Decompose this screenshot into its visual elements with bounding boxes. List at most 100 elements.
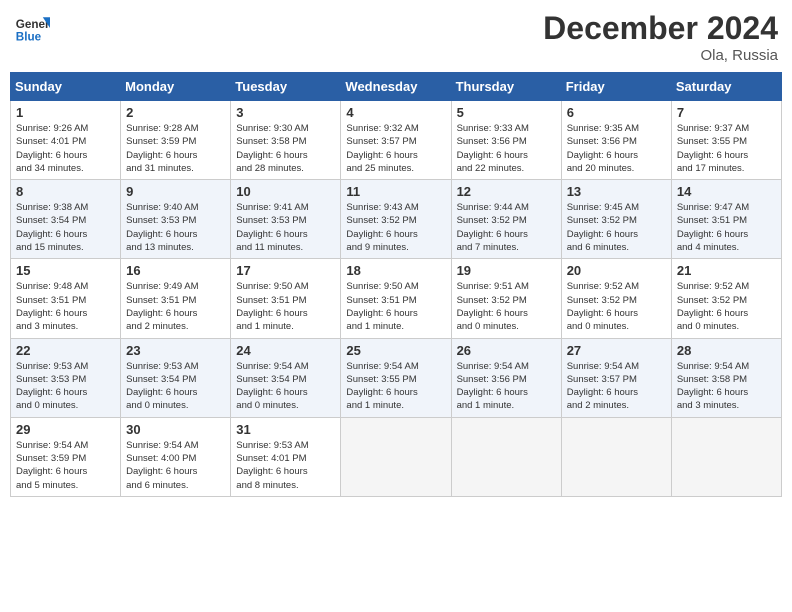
- calendar-cell: [451, 417, 561, 496]
- page-header: General Blue December 2024 Ola, Russia: [10, 10, 782, 64]
- day-info: Sunrise: 9:32 AM Sunset: 3:57 PM Dayligh…: [346, 122, 445, 175]
- day-number: 9: [126, 184, 225, 199]
- day-number: 13: [567, 184, 666, 199]
- day-number: 5: [457, 105, 556, 120]
- calendar-cell: [671, 417, 781, 496]
- day-number: 1: [16, 105, 115, 120]
- day-number: 10: [236, 184, 335, 199]
- day-info: Sunrise: 9:50 AM Sunset: 3:51 PM Dayligh…: [236, 280, 335, 333]
- day-info: Sunrise: 9:28 AM Sunset: 3:59 PM Dayligh…: [126, 122, 225, 175]
- calendar-cell: 8 Sunrise: 9:38 AM Sunset: 3:54 PM Daylig…: [11, 180, 121, 259]
- day-info: Sunrise: 9:47 AM Sunset: 3:51 PM Dayligh…: [677, 201, 776, 254]
- calendar-cell: 28 Sunrise: 9:54 AM Sunset: 3:58 PM Dayli…: [671, 338, 781, 417]
- calendar-cell: 24 Sunrise: 9:54 AM Sunset: 3:54 PM Dayli…: [231, 338, 341, 417]
- calendar-cell: [341, 417, 451, 496]
- day-info: Sunrise: 9:37 AM Sunset: 3:55 PM Dayligh…: [677, 122, 776, 175]
- day-info: Sunrise: 9:53 AM Sunset: 4:01 PM Dayligh…: [236, 439, 335, 492]
- day-number: 16: [126, 263, 225, 278]
- day-info: Sunrise: 9:54 AM Sunset: 3:57 PM Dayligh…: [567, 360, 666, 413]
- day-number: 6: [567, 105, 666, 120]
- weekday-header-thursday: Thursday: [451, 73, 561, 101]
- week-row-4: 22 Sunrise: 9:53 AM Sunset: 3:53 PM Dayli…: [11, 338, 782, 417]
- calendar-cell: 18 Sunrise: 9:50 AM Sunset: 3:51 PM Dayli…: [341, 259, 451, 338]
- day-number: 24: [236, 343, 335, 358]
- calendar-table: SundayMondayTuesdayWednesdayThursdayFrid…: [10, 72, 782, 497]
- weekday-header-row: SundayMondayTuesdayWednesdayThursdayFrid…: [11, 73, 782, 101]
- calendar-cell: 27 Sunrise: 9:54 AM Sunset: 3:57 PM Dayli…: [561, 338, 671, 417]
- day-number: 31: [236, 422, 335, 437]
- day-number: 8: [16, 184, 115, 199]
- day-info: Sunrise: 9:35 AM Sunset: 3:56 PM Dayligh…: [567, 122, 666, 175]
- calendar-cell: 22 Sunrise: 9:53 AM Sunset: 3:53 PM Dayli…: [11, 338, 121, 417]
- day-number: 30: [126, 422, 225, 437]
- day-number: 11: [346, 184, 445, 199]
- day-number: 15: [16, 263, 115, 278]
- day-info: Sunrise: 9:53 AM Sunset: 3:53 PM Dayligh…: [16, 360, 115, 413]
- day-info: Sunrise: 9:53 AM Sunset: 3:54 PM Dayligh…: [126, 360, 225, 413]
- calendar-cell: 10 Sunrise: 9:41 AM Sunset: 3:53 PM Dayli…: [231, 180, 341, 259]
- calendar-cell: 4 Sunrise: 9:32 AM Sunset: 3:57 PM Daylig…: [341, 101, 451, 180]
- calendar-cell: 29Sunrise: 9:54 AM Sunset: 3:59 PM Dayli…: [11, 417, 121, 496]
- calendar-cell: 30Sunrise: 9:54 AM Sunset: 4:00 PM Dayli…: [121, 417, 231, 496]
- day-info: Sunrise: 9:44 AM Sunset: 3:52 PM Dayligh…: [457, 201, 556, 254]
- day-number: 2: [126, 105, 225, 120]
- calendar-cell: 3Sunrise: 9:30 AM Sunset: 3:58 PM Daylig…: [231, 101, 341, 180]
- day-info: Sunrise: 9:51 AM Sunset: 3:52 PM Dayligh…: [457, 280, 556, 333]
- week-row-3: 15 Sunrise: 9:48 AM Sunset: 3:51 PM Dayli…: [11, 259, 782, 338]
- day-info: Sunrise: 9:38 AM Sunset: 3:54 PM Dayligh…: [16, 201, 115, 254]
- week-row-2: 8 Sunrise: 9:38 AM Sunset: 3:54 PM Daylig…: [11, 180, 782, 259]
- day-number: 19: [457, 263, 556, 278]
- day-info: Sunrise: 9:49 AM Sunset: 3:51 PM Dayligh…: [126, 280, 225, 333]
- day-info: Sunrise: 9:54 AM Sunset: 3:55 PM Dayligh…: [346, 360, 445, 413]
- day-info: Sunrise: 9:54 AM Sunset: 3:54 PM Dayligh…: [236, 360, 335, 413]
- day-info: Sunrise: 9:43 AM Sunset: 3:52 PM Dayligh…: [346, 201, 445, 254]
- day-number: 3: [236, 105, 335, 120]
- day-info: Sunrise: 9:41 AM Sunset: 3:53 PM Dayligh…: [236, 201, 335, 254]
- day-number: 17: [236, 263, 335, 278]
- location: Ola, Russia: [543, 47, 778, 64]
- calendar-cell: 19 Sunrise: 9:51 AM Sunset: 3:52 PM Dayli…: [451, 259, 561, 338]
- day-number: 26: [457, 343, 556, 358]
- logo-icon: General Blue: [14, 10, 50, 46]
- calendar-cell: 5 Sunrise: 9:33 AM Sunset: 3:56 PM Daylig…: [451, 101, 561, 180]
- day-number: 29: [16, 422, 115, 437]
- day-number: 7: [677, 105, 776, 120]
- day-number: 21: [677, 263, 776, 278]
- calendar-cell: 25Sunrise: 9:54 AM Sunset: 3:55 PM Dayli…: [341, 338, 451, 417]
- day-info: Sunrise: 9:48 AM Sunset: 3:51 PM Dayligh…: [16, 280, 115, 333]
- calendar-cell: 16 Sunrise: 9:49 AM Sunset: 3:51 PM Dayli…: [121, 259, 231, 338]
- day-number: 18: [346, 263, 445, 278]
- day-info: Sunrise: 9:50 AM Sunset: 3:51 PM Dayligh…: [346, 280, 445, 333]
- day-info: Sunrise: 9:52 AM Sunset: 3:52 PM Dayligh…: [677, 280, 776, 333]
- day-info: Sunrise: 9:54 AM Sunset: 3:56 PM Dayligh…: [457, 360, 556, 413]
- calendar-cell: 17 Sunrise: 9:50 AM Sunset: 3:51 PM Dayli…: [231, 259, 341, 338]
- calendar-cell: [561, 417, 671, 496]
- day-number: 14: [677, 184, 776, 199]
- calendar-cell: 11 Sunrise: 9:43 AM Sunset: 3:52 PM Dayli…: [341, 180, 451, 259]
- title-block: December 2024 Ola, Russia: [543, 10, 778, 64]
- weekday-header-sunday: Sunday: [11, 73, 121, 101]
- day-info: Sunrise: 9:54 AM Sunset: 3:58 PM Dayligh…: [677, 360, 776, 413]
- calendar-cell: 26 Sunrise: 9:54 AM Sunset: 3:56 PM Dayli…: [451, 338, 561, 417]
- calendar-cell: 6 Sunrise: 9:35 AM Sunset: 3:56 PM Daylig…: [561, 101, 671, 180]
- day-info: Sunrise: 9:33 AM Sunset: 3:56 PM Dayligh…: [457, 122, 556, 175]
- calendar-cell: 2 Sunrise: 9:28 AM Sunset: 3:59 PM Daylig…: [121, 101, 231, 180]
- day-number: 28: [677, 343, 776, 358]
- day-number: 20: [567, 263, 666, 278]
- weekday-header-monday: Monday: [121, 73, 231, 101]
- day-number: 4: [346, 105, 445, 120]
- month-title: December 2024: [543, 10, 778, 47]
- logo: General Blue: [14, 10, 50, 46]
- calendar-cell: 13Sunrise: 9:45 AM Sunset: 3:52 PM Dayli…: [561, 180, 671, 259]
- day-number: 27: [567, 343, 666, 358]
- day-info: Sunrise: 9:40 AM Sunset: 3:53 PM Dayligh…: [126, 201, 225, 254]
- calendar-cell: 23Sunrise: 9:53 AM Sunset: 3:54 PM Dayli…: [121, 338, 231, 417]
- calendar-cell: 9 Sunrise: 9:40 AM Sunset: 3:53 PM Daylig…: [121, 180, 231, 259]
- svg-text:Blue: Blue: [16, 31, 42, 44]
- calendar-cell: 1Sunrise: 9:26 AM Sunset: 4:01 PM Daylig…: [11, 101, 121, 180]
- day-info: Sunrise: 9:52 AM Sunset: 3:52 PM Dayligh…: [567, 280, 666, 333]
- weekday-header-wednesday: Wednesday: [341, 73, 451, 101]
- calendar-cell: 31 Sunrise: 9:53 AM Sunset: 4:01 PM Dayli…: [231, 417, 341, 496]
- week-row-5: 29Sunrise: 9:54 AM Sunset: 3:59 PM Dayli…: [11, 417, 782, 496]
- day-number: 22: [16, 343, 115, 358]
